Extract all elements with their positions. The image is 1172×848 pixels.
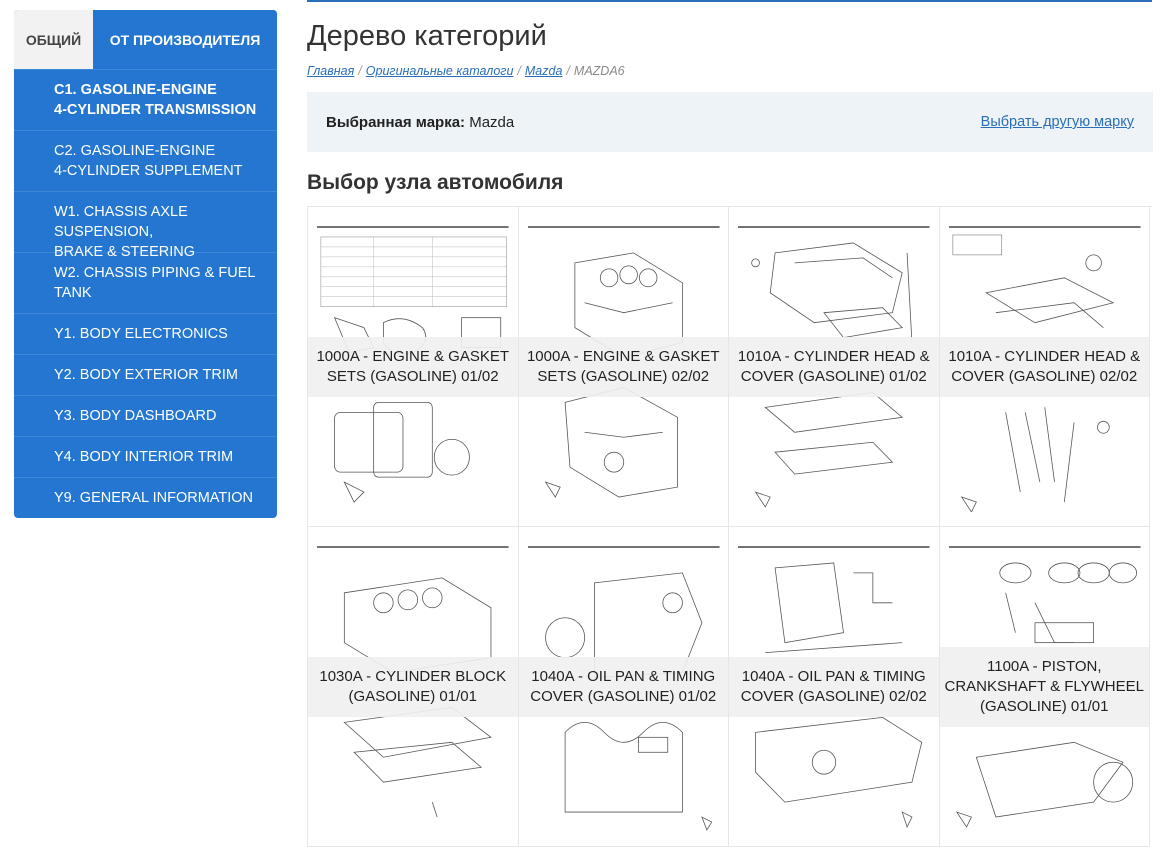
category-item-y2[interactable]: Y2. BODY EXTERIOR TRIM	[14, 354, 277, 395]
part-card[interactable]: 1000A - ENGINE & GASKET SETS (GASOLINE) …	[518, 207, 729, 527]
breadcrumb-separator: /	[517, 64, 521, 78]
sidebar-tabs: ОБЩИЙ ОТ ПРОИЗВОДИТЕЛЯ	[14, 10, 277, 69]
category-item-y1[interactable]: Y1. BODY ELECTRONICS	[14, 313, 277, 354]
part-card-title: 1040A - OIL PAN & TIMING COVER (GASOLINE…	[729, 656, 939, 717]
part-card-title: 1100A - PISTON, CRANKSHAFT & FLYWHEEL (G…	[939, 646, 1149, 727]
part-card-title: 1000A - ENGINE & GASKET SETS (GASOLINE) …	[518, 336, 728, 397]
category-item-y4[interactable]: Y4. BODY INTERIOR TRIM	[14, 436, 277, 477]
section-title: Выбор узла автомобиля	[307, 171, 564, 194]
part-card[interactable]: 1000A - ENGINE & GASKET SETS (GASOLINE) …	[308, 207, 519, 527]
tab-manufacturer[interactable]: ОТ ПРОИЗВОДИТЕЛЯ	[93, 10, 277, 69]
breadcrumb-home-link[interactable]: Главная	[307, 64, 354, 78]
breadcrumb-brand-link[interactable]: Mazda	[525, 64, 563, 78]
part-card[interactable]: 1010A - CYLINDER HEAD & COVER (GASOLINE)…	[729, 207, 940, 527]
breadcrumb: Главная / Оригинальные каталоги / Mazda / MAZD…	[307, 64, 625, 78]
page-title: Дерево категорий	[307, 20, 547, 52]
category-item-c1[interactable]: C1. GASOLINE-ENGINE 4-CYLINDER TRANSMISS…	[14, 69, 277, 130]
top-divider	[307, 0, 1152, 2]
part-card[interactable]: 1100A - PISTON, CRANKSHAFT & FLYWHEEL (G…	[939, 527, 1150, 847]
category-item-y3[interactable]: Y3. BODY DASHBOARD	[14, 395, 277, 436]
part-card-title: 1000A - ENGINE & GASKET SETS (GASOLINE) …	[308, 336, 518, 397]
part-card-title: 1030A - CYLINDER BLOCK (GASOLINE) 01/01	[308, 656, 518, 717]
selected-brand-value: Mazda	[469, 113, 515, 131]
category-item-c2[interactable]: C2. GASOLINE-ENGINE 4-CYLINDER SUPPLEMEN…	[14, 130, 277, 191]
selected-brand-panel: Выбранная марка: Mazda Выбрать другую ма…	[307, 92, 1153, 152]
breadcrumb-catalogs-link[interactable]: Оригинальные каталоги	[366, 64, 514, 78]
selected-brand: Выбранная марка: Mazda	[326, 114, 514, 131]
part-card-title: 1010A - CYLINDER HEAD & COVER (GASOLINE)…	[729, 336, 939, 397]
breadcrumb-separator: /	[566, 64, 570, 78]
breadcrumb-current: MAZDA6	[573, 64, 625, 78]
part-card[interactable]: 1030A - CYLINDER BLOCK (GASOLINE) 01/01	[308, 527, 519, 847]
category-item-w1[interactable]: W1. CHASSIS AXLE SUSPENSION, BRAKE & STE…	[14, 191, 277, 260]
category-list: C1. GASOLINE-ENGINE 4-CYLINDER TRANSMISS…	[14, 69, 277, 518]
category-item-y9[interactable]: Y9. GENERAL INFORMATION	[14, 477, 277, 518]
tab-general[interactable]: ОБЩИЙ	[14, 10, 93, 69]
part-card[interactable]: 1040A - OIL PAN & TIMING COVER (GASOLINE…	[518, 527, 729, 847]
part-card-title: 1040A - OIL PAN & TIMING COVER (GASOLINE…	[518, 656, 728, 717]
change-brand-link[interactable]: Выбрать другую марку	[981, 114, 1134, 130]
category-sidebar: ОБЩИЙ ОТ ПРОИЗВОДИТЕЛЯ C1. GASOLINE-ENGI…	[14, 10, 277, 518]
part-card-title: 1010A - CYLINDER HEAD & COVER (GASOLINE)…	[939, 336, 1149, 397]
part-card[interactable]: 1010A - CYLINDER HEAD & COVER (GASOLINE)…	[939, 207, 1150, 527]
part-card[interactable]: 1040A - OIL PAN & TIMING COVER (GASOLINE…	[729, 527, 940, 847]
parts-grid: 1000A - ENGINE & GASKET SETS (GASOLINE) …	[307, 206, 1152, 847]
breadcrumb-separator: /	[358, 64, 362, 78]
selected-brand-label: Выбранная марка:	[326, 113, 466, 131]
